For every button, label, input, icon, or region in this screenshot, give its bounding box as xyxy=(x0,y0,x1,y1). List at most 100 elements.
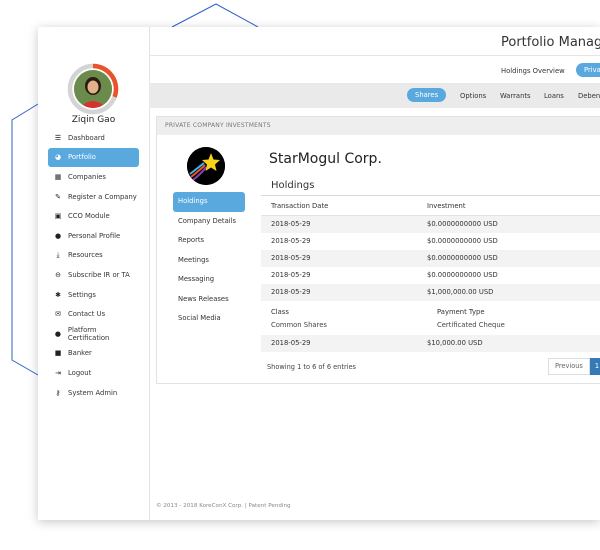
sidebar-item-contact-us[interactable]: ✉ Contact Us xyxy=(48,304,139,324)
company-logo xyxy=(187,147,225,185)
sidebar-item-register-company[interactable]: ✎ Register a Company xyxy=(48,187,139,207)
cell-investment: $1,000,000.00 USD xyxy=(427,288,494,296)
subnav-social-media[interactable]: Social Media xyxy=(173,309,245,329)
page-1-button[interactable]: 1 xyxy=(589,358,600,375)
cco-icon: ▣ xyxy=(54,212,62,221)
detail-class-label: Class xyxy=(271,308,289,316)
sidebar-item-banker[interactable]: ■ Banker xyxy=(48,344,139,364)
footer-text: © 2013 - 2018 KoreConX Corp. | Patent Pe… xyxy=(156,503,291,509)
cell-date: 2018-05-29 xyxy=(271,288,311,296)
user-icon: ● xyxy=(54,231,62,240)
tab-options[interactable]: Options xyxy=(460,92,486,100)
sidebar-item-companies[interactable]: ▦ Companies xyxy=(48,167,139,187)
sidebar-item-label: Logout xyxy=(68,368,92,377)
list-icon: ☰ xyxy=(54,133,62,142)
sidebar-item-label: Personal Profile xyxy=(68,231,121,240)
user-name: Ziqin Gao xyxy=(71,115,116,125)
sidebar: Ziqin Gao ☰ Dashboard ◕ Portfolio ▦ Compani… xyxy=(38,27,150,520)
avatar xyxy=(74,70,112,108)
tab-shares[interactable]: Shares xyxy=(407,88,447,102)
table-row[interactable]: 2018-05-29 $0.0000000000 USD xyxy=(261,250,600,267)
sidebar-item-subscribe[interactable]: ⊖ Subscribe IR or TA xyxy=(48,265,139,285)
primary-tab-bar: Holdings Overview Priva xyxy=(149,55,600,85)
pie-chart-icon: ◕ xyxy=(54,153,62,162)
sidebar-item-label: Resources xyxy=(68,251,103,260)
table-info: Showing 1 to 6 of 6 entries xyxy=(267,363,356,371)
sidebar-item-label: Dashboard xyxy=(68,133,105,142)
building-icon: ▦ xyxy=(54,172,62,181)
sidebar-item-label: CCO Module xyxy=(68,212,110,221)
tab-warrants[interactable]: Warrants xyxy=(500,92,531,100)
subnav-meetings[interactable]: Meetings xyxy=(173,251,245,271)
sidebar-item-label: Contact Us xyxy=(68,310,106,319)
star-logo-icon xyxy=(187,147,225,185)
edit-icon: ✎ xyxy=(55,192,61,201)
key-icon: ⚷ xyxy=(55,388,61,397)
sidebar-item-logout[interactable]: ⇥ Logout xyxy=(48,363,139,383)
section-divider xyxy=(261,195,600,196)
sidebar-item-cco-module[interactable]: ▣ CCO Module xyxy=(48,206,139,226)
table-row[interactable]: 2018-05-29 $0.0000000000 USD xyxy=(261,267,600,284)
cell-investment: $0.0000000000 USD xyxy=(427,237,498,245)
sidebar-item-personal-profile[interactable]: ● Personal Profile xyxy=(48,226,139,246)
cell-date: 2018-05-29 xyxy=(271,220,311,228)
sidebar-item-label: Settings xyxy=(68,290,96,299)
certificate-icon: ● xyxy=(54,329,61,338)
detail-class-value: Common Shares xyxy=(271,321,327,329)
cell-date: 2018-05-29 xyxy=(271,254,311,262)
sidebar-item-system-admin[interactable]: ⚷ System Admin xyxy=(48,383,139,403)
table-row[interactable]: 2018-05-29 $1,000,000.00 USD xyxy=(261,284,600,301)
cell-date: 2018-05-29 xyxy=(271,271,311,279)
cell-investment: $0.0000000000 USD xyxy=(427,220,498,228)
subnav-company-details[interactable]: Company Details xyxy=(173,212,245,232)
subnav-holdings[interactable]: Holdings xyxy=(173,192,245,212)
sidebar-item-label: Subscribe IR or TA xyxy=(68,270,130,279)
subnav-reports[interactable]: Reports xyxy=(173,231,245,251)
tab-loans[interactable]: Loans xyxy=(544,92,564,100)
app-window: Ziqin Gao ☰ Dashboard ◕ Portfolio ▦ Compani… xyxy=(38,27,600,520)
sidebar-nav: ☰ Dashboard ◕ Portfolio ▦ Companies ✎ Regist… xyxy=(48,128,148,402)
sidebar-item-label: Companies xyxy=(68,172,106,181)
cell-date: 2018-05-29 xyxy=(271,237,311,245)
sidebar-item-label: Register a Company xyxy=(68,192,137,201)
tab-debentures[interactable]: Deben xyxy=(578,92,600,100)
panel-heading: PRIVATE COMPANY INVESTMENTS xyxy=(157,117,600,135)
sidebar-item-platform-certification[interactable]: ● Platform Certification xyxy=(48,324,139,344)
column-header-investment: Investment xyxy=(427,202,466,210)
envelope-icon: ✉ xyxy=(55,310,61,319)
sidebar-item-dashboard[interactable]: ☰ Dashboard xyxy=(48,128,139,148)
row-detail: Class Common Shares Payment Type Certifi… xyxy=(261,301,600,335)
table-row[interactable]: 2018-05-29 $0.0000000000 USD xyxy=(261,233,600,250)
bank-icon: ■ xyxy=(54,349,62,358)
subnav-messaging[interactable]: Messaging xyxy=(173,270,245,290)
main-area: Portfolio Manage Holdings Overview Priva… xyxy=(149,27,600,520)
pagination: Previous 1 xyxy=(548,358,600,375)
tab-private[interactable]: Priva xyxy=(576,63,600,77)
sidebar-item-portfolio[interactable]: ◕ Portfolio xyxy=(48,147,139,168)
sidebar-item-resources[interactable]: ⤓ Resources xyxy=(48,246,139,266)
section-title: Holdings xyxy=(271,180,315,191)
column-header-date: Transaction Date xyxy=(271,202,329,210)
cell-date: 2018-05-29 xyxy=(271,339,311,347)
avatar-photo-icon xyxy=(74,70,112,108)
gear-icon: ✱ xyxy=(55,290,61,299)
tab-holdings-overview[interactable]: Holdings Overview xyxy=(501,67,565,75)
cell-investment: $0.0000000000 USD xyxy=(427,271,498,279)
company-sub-nav: Holdings Company Details Reports Meeting… xyxy=(173,192,245,329)
company-name: StarMogul Corp. xyxy=(269,151,382,167)
holdings-table: Transaction Date Investment 2018-05-29 $… xyxy=(261,198,600,352)
subnav-news-releases[interactable]: News Releases xyxy=(173,290,245,310)
secondary-tab-bar: Shares Options Warrants Loans Deben xyxy=(149,83,600,108)
detail-payment-value: Certificated Cheque xyxy=(437,321,505,329)
table-row[interactable]: 2018-05-29 $10,000.00 USD xyxy=(261,335,600,352)
investments-panel: PRIVATE COMPANY INVESTMENTS Holdings Com… xyxy=(156,116,600,384)
page-title: Portfolio Manage xyxy=(501,35,600,50)
previous-page-button[interactable]: Previous xyxy=(548,358,590,375)
sidebar-item-label: Platform Certification xyxy=(67,325,110,342)
sidebar-item-label: Portfolio xyxy=(68,153,96,162)
sidebar-item-settings[interactable]: ✱ Settings xyxy=(48,285,139,305)
table-row[interactable]: 2018-05-29 $0.0000000000 USD xyxy=(261,216,600,233)
subscribe-icon: ⊖ xyxy=(55,270,61,279)
cell-investment: $10,000.00 USD xyxy=(427,339,483,347)
logout-icon: ⇥ xyxy=(55,368,61,377)
